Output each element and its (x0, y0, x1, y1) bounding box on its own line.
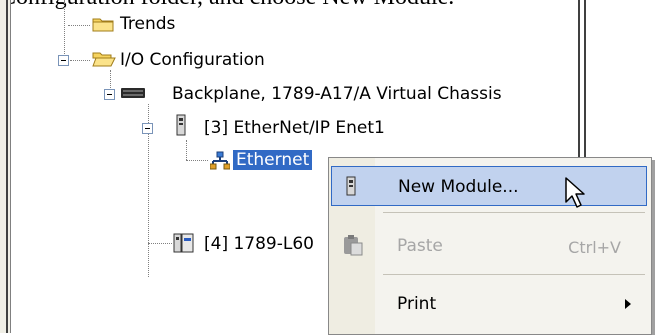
controller-icon (172, 232, 196, 254)
open-folder-icon (92, 50, 116, 67)
menu-separator (383, 274, 645, 275)
collapse-icon[interactable] (104, 89, 115, 100)
mouse-cursor-icon (564, 176, 586, 210)
chassis-icon (120, 84, 146, 102)
submenu-arrow-icon (625, 299, 631, 309)
tree-item-io-configuration[interactable]: I/O Configuration (120, 50, 265, 70)
paste-icon (343, 234, 363, 256)
collapse-icon[interactable] (142, 123, 153, 134)
tree-line (186, 160, 208, 161)
left-border (0, 0, 11, 333)
tree-item-ethernet-module[interactable]: [3] EtherNet/IP Enet1 (204, 118, 385, 138)
collapse-icon[interactable] (58, 55, 69, 66)
tree-item-trends[interactable]: Trends (120, 14, 175, 34)
menu-item-shortcut: Ctrl+V (568, 238, 621, 257)
folder-icon (92, 16, 114, 32)
menu-separator (383, 212, 645, 213)
tree-line (186, 140, 187, 160)
module-icon (344, 176, 358, 196)
network-icon (209, 151, 231, 171)
tree-line (70, 60, 90, 61)
tree-item-ethernet[interactable]: Ethernet (233, 150, 313, 170)
menu-item-paste[interactable]: Paste Ctrl+V (331, 226, 647, 266)
menu-item-label: Print (397, 294, 437, 314)
tree-item-backplane[interactable]: Backplane, 1789-A17/A Virtual Chassis (172, 84, 502, 104)
menu-item-new-module[interactable]: New Module... (331, 166, 647, 206)
module-icon (174, 114, 188, 136)
menu-item-print[interactable]: Print (331, 284, 647, 324)
menu-item-label: New Module... (398, 177, 519, 197)
tree-line (148, 243, 172, 244)
tree-line (68, 25, 90, 26)
menu-item-label: Paste (397, 236, 443, 256)
tree-item-controller[interactable]: [4] 1789-L60 (204, 234, 314, 254)
tree-line (64, 0, 65, 60)
context-menu: New Module... Paste Ctrl+V Print (328, 157, 652, 335)
